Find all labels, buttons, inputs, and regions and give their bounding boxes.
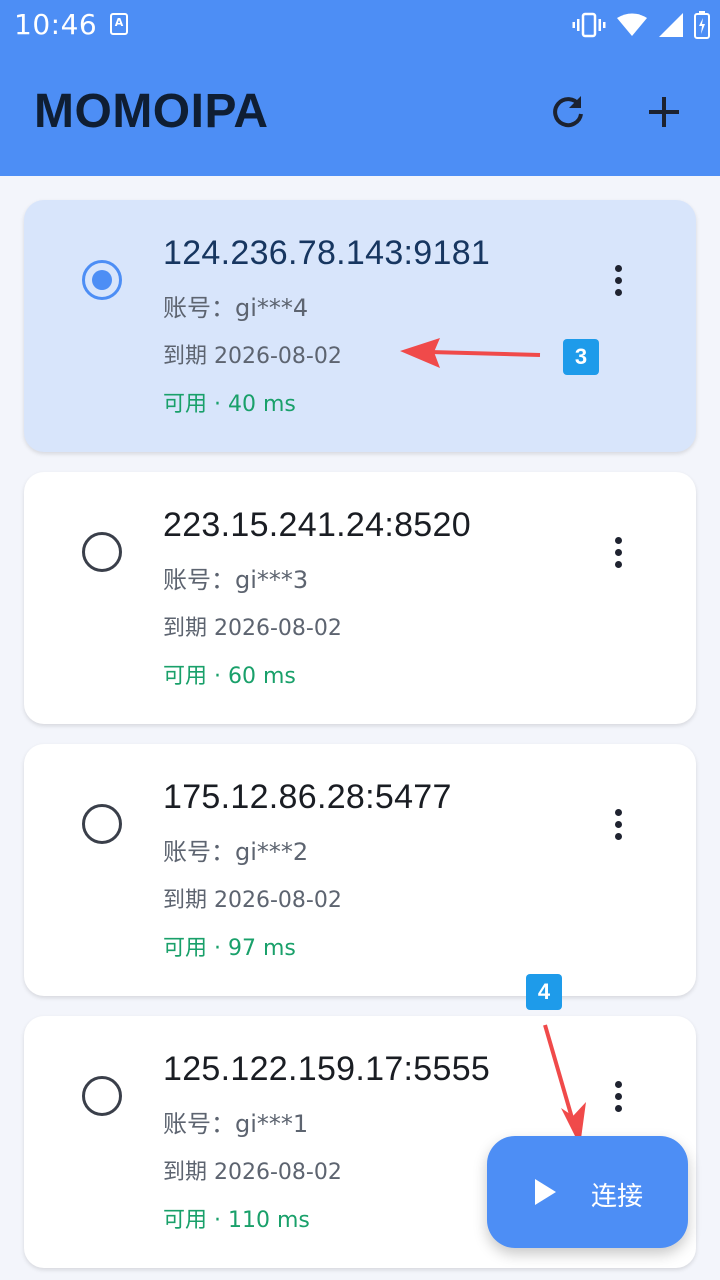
radio-dot (92, 270, 112, 290)
more-vert-icon (614, 1080, 622, 1088)
server-account: 账号：gi***1 (163, 1110, 309, 1138)
connect-label: 连接 (591, 1182, 644, 1212)
more-options-button[interactable] (602, 532, 634, 572)
refresh-icon (553, 96, 583, 128)
add-icon (649, 97, 679, 127)
play-icon (535, 1179, 556, 1205)
server-status: 可用 · 40 ms (163, 392, 296, 417)
server-card[interactable]: 175.12.86.28:5477 账号：gi***2 到期 2026-08-0… (24, 744, 696, 996)
server-expiry: 到期 2026-08-02 (163, 344, 342, 369)
battery-icon (694, 11, 710, 39)
server-expiry: 到期 2026-08-02 (163, 888, 342, 913)
annotation-marker-3: 3 (563, 339, 599, 375)
radio-button[interactable] (82, 1076, 122, 1116)
server-account: 账号：gi***4 (163, 294, 309, 322)
radio-button-selected[interactable] (82, 260, 122, 300)
more-options-button[interactable] (602, 1076, 634, 1116)
status-bar: 10:46 A (0, 0, 720, 50)
more-vert-icon (614, 536, 622, 544)
signal-icon (658, 12, 684, 38)
add-button[interactable] (636, 84, 692, 140)
server-account: 账号：gi***2 (163, 838, 309, 866)
more-vert-icon (614, 264, 622, 272)
server-address: 175.12.86.28:5477 (163, 778, 452, 816)
vibrate-icon (572, 12, 606, 38)
connect-button[interactable]: 连接 (487, 1136, 688, 1248)
server-address: 223.15.241.24:8520 (163, 506, 471, 544)
server-account: 账号：gi***3 (163, 566, 309, 594)
server-status: 可用 · 97 ms (163, 936, 296, 961)
wifi-icon (616, 13, 648, 37)
server-address: 124.236.78.143:9181 (163, 234, 491, 272)
status-icons (572, 10, 710, 40)
server-card[interactable]: 223.15.241.24:8520 账号：gi***3 到期 2026-08-… (24, 472, 696, 724)
app-notification-icon: A (110, 13, 128, 35)
server-address: 125.122.159.17:5555 (163, 1050, 491, 1088)
server-expiry: 到期 2026-08-02 (163, 616, 342, 641)
server-expiry: 到期 2026-08-02 (163, 1160, 342, 1185)
more-options-button[interactable] (602, 804, 634, 844)
server-status: 可用 · 60 ms (163, 664, 296, 689)
annotation-marker-4: 4 (526, 974, 562, 1010)
app-bar: MOMOIPA (0, 50, 720, 176)
server-status: 可用 · 110 ms (163, 1208, 310, 1233)
server-card[interactable]: 124.236.78.143:9181 账号：gi***4 到期 2026-08… (24, 200, 696, 452)
more-vert-icon (614, 808, 622, 816)
refresh-button[interactable] (540, 84, 596, 140)
more-options-button[interactable] (602, 260, 634, 300)
radio-button[interactable] (82, 532, 122, 572)
radio-button[interactable] (82, 804, 122, 844)
status-time: 10:46 (14, 8, 98, 41)
app-title: MOMOIPA (34, 85, 269, 138)
